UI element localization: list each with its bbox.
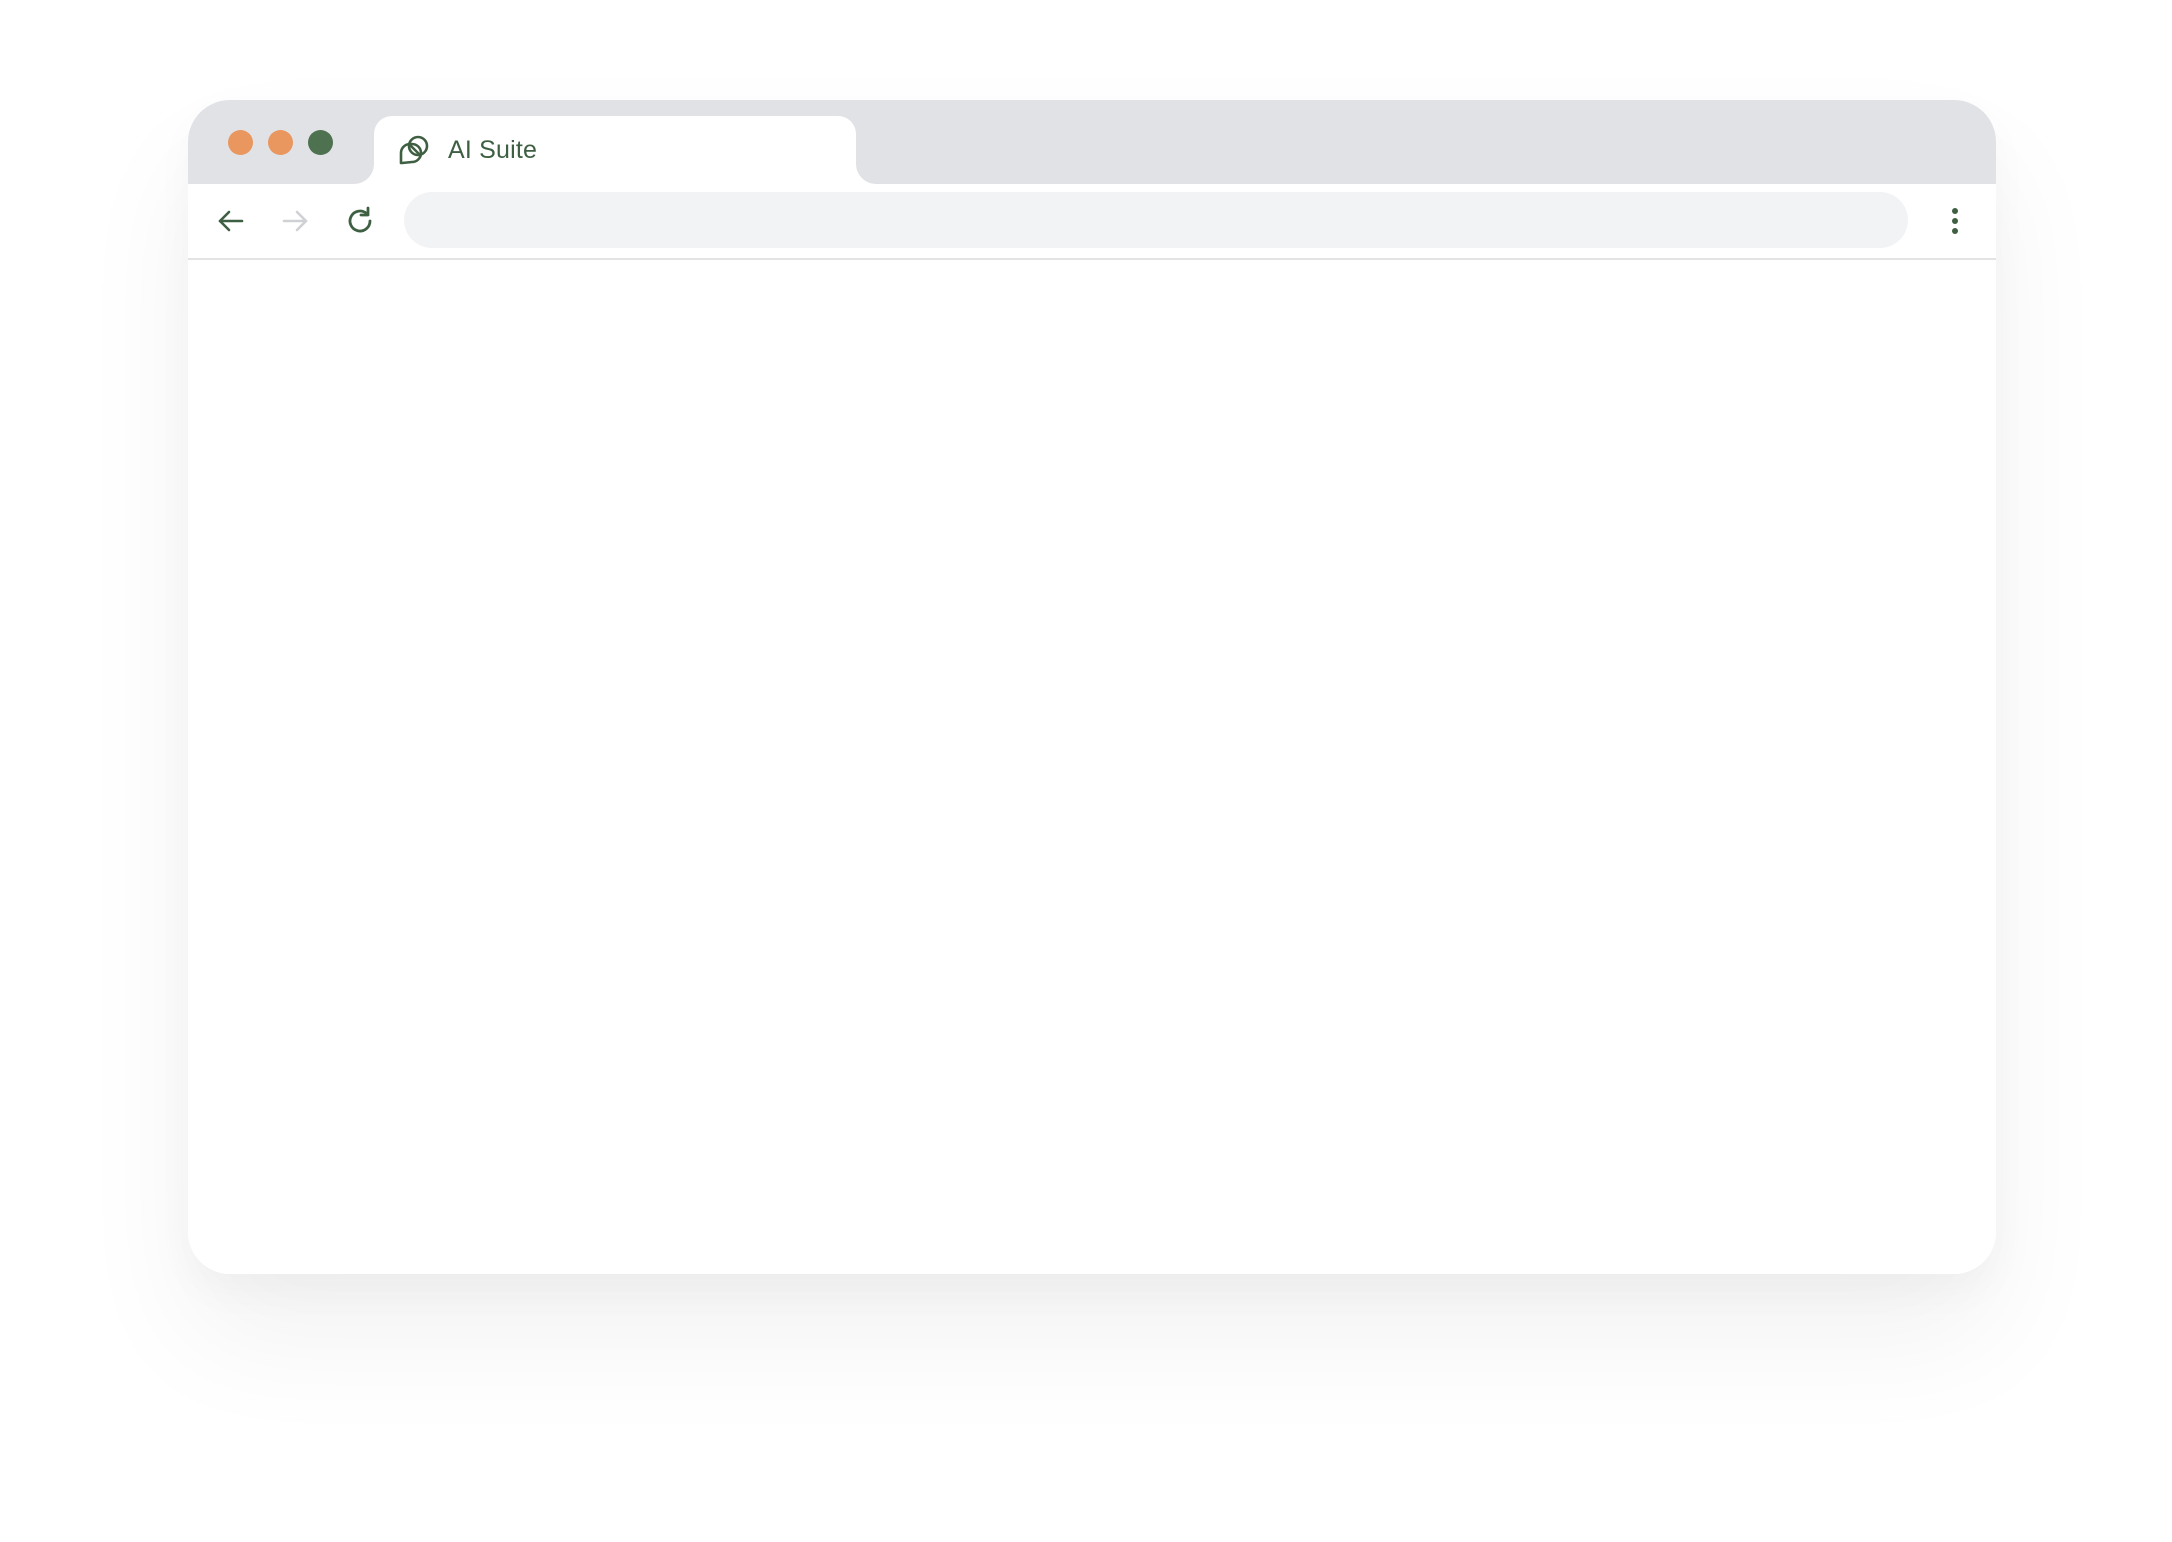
address-bar[interactable] [404, 192, 1908, 248]
more-vertical-icon [1952, 208, 1958, 234]
ai-suite-logo-icon [398, 134, 430, 166]
reload-button[interactable] [343, 204, 377, 238]
title-bar: AI Suite [188, 100, 1996, 184]
arrow-left-icon [218, 210, 244, 232]
browser-menu-button[interactable] [1938, 204, 1972, 238]
back-button[interactable] [214, 204, 248, 238]
browser-toolbar [188, 184, 1996, 260]
page-content [188, 260, 1996, 1274]
maximize-window-button[interactable] [308, 130, 333, 155]
tab-ai-suite[interactable]: AI Suite [374, 116, 856, 184]
tab-title: AI Suite [448, 135, 538, 164]
forward-button[interactable] [278, 204, 312, 238]
close-window-button[interactable] [228, 130, 253, 155]
arrow-right-icon [282, 210, 308, 232]
browser-window: AI Suite [188, 100, 1996, 1274]
reload-icon [348, 206, 372, 233]
minimize-window-button[interactable] [268, 130, 293, 155]
stage: AI Suite [0, 0, 2172, 1542]
